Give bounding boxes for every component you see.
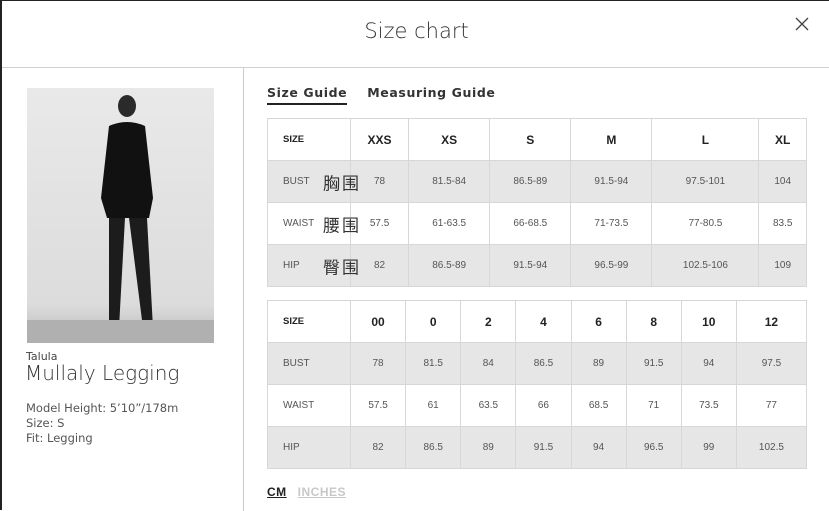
table-cell: 91.5-94	[570, 160, 653, 203]
close-icon[interactable]	[793, 15, 811, 33]
size-table-alpha: SIZE XXS XS S M L XL BUST 胸围 78 81.5-84 86.5-89 91.5…	[267, 118, 807, 287]
product-name: Mullaly Legging	[25, 361, 180, 385]
measurement-label: HIP 臀围	[267, 244, 359, 287]
size-column-header: 2	[460, 300, 517, 343]
measurement-label: WAIST 腰围	[267, 202, 359, 245]
table-cell: 104	[758, 160, 807, 203]
tab-measuring-guide[interactable]: Measuring Guide	[367, 85, 495, 105]
handwritten-annotation: 臀围	[323, 258, 361, 277]
measurement-label: BUST	[267, 342, 351, 385]
table-cell: 96.5	[625, 426, 682, 469]
table-cell: 91.5	[625, 342, 682, 385]
size-column-header: L	[651, 118, 760, 161]
table-cell: 82	[349, 426, 407, 469]
table-cell: 97.5	[735, 342, 808, 385]
table-cell: 91.5-94	[489, 244, 572, 287]
size-column-header: 8	[625, 300, 682, 343]
table-row: WAIST 腰围 57.5 61-63.5 66-68.5 71-73.5 77-80.5 8…	[267, 202, 807, 245]
size-column-header: 10	[680, 300, 737, 343]
measurement-label: WAIST	[267, 384, 351, 427]
size-column-header: M	[570, 118, 653, 161]
measurement-label: BUST 胸围	[267, 160, 359, 203]
table-cell: 71	[625, 384, 682, 427]
unit-inches[interactable]: INCHES	[298, 485, 346, 499]
table-row: WAIST 57.5 61 63.5 66 68.5 71 73.5 77	[267, 384, 808, 427]
table-cell: 94	[570, 426, 627, 469]
table-row: HIP 臀围 82 86.5-89 91.5-94 96.5-99 102.5-106 109	[267, 244, 807, 287]
modal-header: Size chart	[2, 1, 829, 68]
product-image	[27, 88, 214, 343]
table-cell: 84	[460, 342, 517, 385]
size-column-header: XS	[408, 118, 491, 161]
table-cell: 86.5-89	[408, 244, 491, 287]
size-column-header: 6	[570, 300, 627, 343]
size-column-header: XXS	[349, 118, 410, 161]
table-cell: 81.5	[405, 342, 462, 385]
table-cell: 66-68.5	[489, 202, 572, 245]
size-header: SIZE	[267, 300, 351, 343]
measurement-name: BUST	[283, 358, 310, 369]
product-panel: Talula Mullaly Legging Model Height: 5’1…	[2, 68, 244, 511]
size-column-header: 0	[405, 300, 462, 343]
table-cell: 99	[680, 426, 737, 469]
table-cell: 102.5	[735, 426, 808, 469]
table-cell: 86.5	[515, 342, 572, 385]
table-header-row: SIZE XXS XS S M L XL	[267, 118, 807, 161]
table-cell: 97.5-101	[651, 160, 760, 203]
measurement-name: WAIST	[283, 400, 315, 411]
unit-toggle: CM INCHES	[267, 485, 346, 499]
table-cell: 61	[405, 384, 462, 427]
table-cell: 63.5	[460, 384, 517, 427]
size-header: SIZE	[267, 118, 351, 161]
model-size: Size: S	[26, 416, 65, 430]
table-row: HIP 82 86.5 89 91.5 94 96.5 99 102.5	[267, 426, 808, 469]
table-cell: 77	[735, 384, 808, 427]
handwritten-annotation: 腰围	[323, 216, 361, 235]
table-cell: 94	[680, 342, 737, 385]
table-row: BUST 78 81.5 84 86.5 89 91.5 94 97.5	[267, 342, 808, 385]
table-cell: 78	[349, 342, 407, 385]
size-column-header: XL	[758, 118, 807, 161]
measurement-label: HIP	[267, 426, 351, 469]
handwritten-annotation: 胸围	[323, 174, 361, 193]
table-cell: 89	[570, 342, 627, 385]
table-cell: 83.5	[758, 202, 807, 245]
table-cell: 71-73.5	[570, 202, 653, 245]
size-column-header: 12	[735, 300, 808, 343]
measurement-name: BUST	[283, 176, 310, 187]
table-cell: 77-80.5	[651, 202, 760, 245]
table-row: BUST 胸围 78 81.5-84 86.5-89 91.5-94 97.5-101 104	[267, 160, 807, 203]
size-column-header: 00	[349, 300, 407, 343]
product-fit: Fit: Legging	[26, 431, 93, 445]
table-cell: 89	[460, 426, 517, 469]
model-height: Model Height: 5’10”/178m	[26, 401, 179, 415]
measurement-name: HIP	[283, 442, 300, 453]
size-column-header: S	[489, 118, 572, 161]
table-cell: 57.5	[349, 384, 407, 427]
table-cell: 73.5	[680, 384, 737, 427]
size-column-header: 4	[515, 300, 572, 343]
measurement-name: HIP	[283, 260, 300, 271]
table-cell: 109	[758, 244, 807, 287]
table-header-row: SIZE 00 0 2 4 6 8 10 12	[267, 300, 808, 343]
table-cell: 68.5	[570, 384, 627, 427]
unit-cm[interactable]: CM	[267, 485, 287, 499]
modal-title: Size chart	[364, 19, 469, 43]
guide-tabs: Size Guide Measuring Guide	[267, 85, 495, 105]
measurement-name: WAIST	[283, 218, 315, 229]
table-cell: 91.5	[515, 426, 572, 469]
table-cell: 102.5-106	[651, 244, 760, 287]
table-cell: 96.5-99	[570, 244, 653, 287]
table-cell: 66	[515, 384, 572, 427]
table-cell: 61-63.5	[408, 202, 491, 245]
table-cell: 86.5	[405, 426, 462, 469]
tab-size-guide[interactable]: Size Guide	[267, 85, 348, 105]
table-cell: 81.5-84	[408, 160, 491, 203]
product-info: Model Height: 5’10”/178m Size: S Fit: Le…	[26, 401, 178, 446]
table-cell: 86.5-89	[489, 160, 572, 203]
size-table-numeric: SIZE 00 0 2 4 6 8 10 12 BUST 78 81.5 84 86.5 89 91.5 94 9…	[267, 300, 808, 469]
